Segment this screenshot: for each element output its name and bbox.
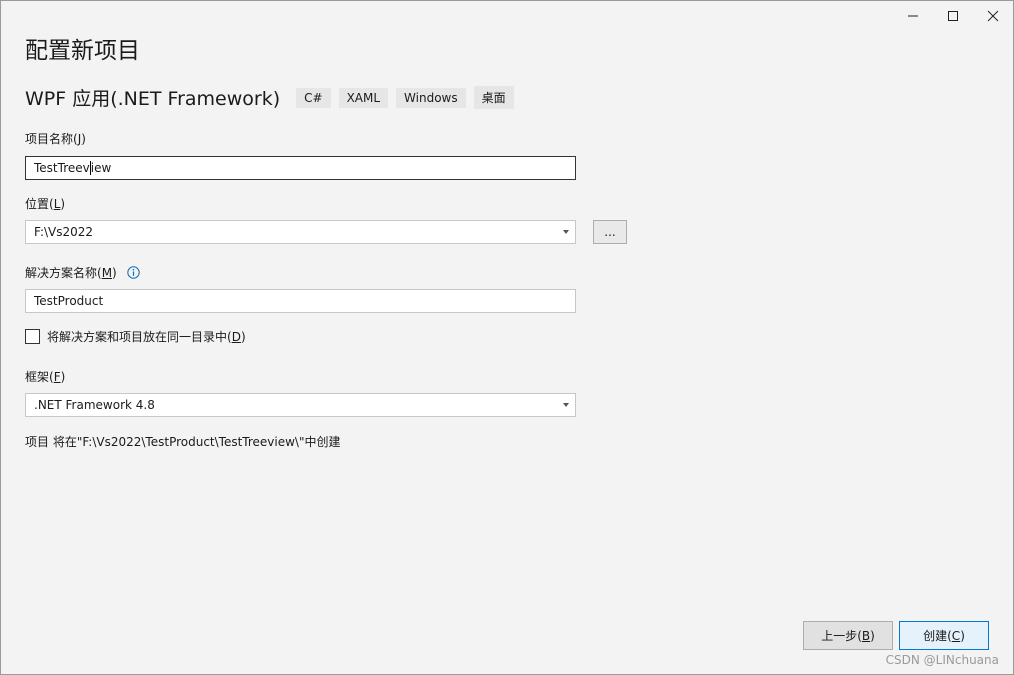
chevron-down-icon[interactable] [563,403,569,407]
same-directory-option[interactable]: 将解决方案和项目放在同一目录中(D) [25,328,246,345]
tag-markup: XAML [338,87,389,108]
tag-platform: Windows [396,87,466,108]
minimize-icon[interactable] [893,1,933,31]
location-label: 位置(L) [25,197,66,211]
back-button[interactable]: 上一步(B) [803,621,893,650]
info-icon[interactable] [126,266,140,282]
project-name-input[interactable]: TestTreev iew [25,156,576,180]
location-value: F:\Vs2022 [34,225,94,239]
browse-button[interactable]: ... [593,220,627,244]
page-title: 配置新项目 [25,38,140,64]
create-button[interactable]: 创建(C) [899,621,989,650]
framework-combobox[interactable]: .NET Framework 4.8 [25,393,576,417]
template-name: WPF 应用(.NET Framework) [25,88,281,110]
tag-project-type: 桌面 [473,86,514,109]
template-header: WPF 应用(.NET Framework) C# XAML Windows 桌… [25,84,522,111]
same-directory-label: 将解决方案和项目放在同一目录中(D) [47,330,246,344]
framework-label: 框架(F) [25,370,66,384]
close-icon[interactable] [973,1,1013,31]
location-combobox[interactable]: F:\Vs2022 [25,220,576,244]
solution-name-label: 解决方案名称(M) [25,264,140,282]
project-name-label: 项目名称(J) [25,132,86,146]
same-directory-checkbox[interactable] [25,329,40,344]
creation-path-summary: 项目 将在"F:\Vs2022\TestProduct\TestTreeview… [25,435,341,449]
framework-value: .NET Framework 4.8 [34,398,155,412]
solution-name-input[interactable]: TestProduct [25,289,576,313]
maximize-icon[interactable] [933,1,973,31]
watermark: CSDN @LINchuana [885,653,999,667]
tag-language: C# [296,87,331,108]
window-controls [893,1,1013,31]
dialog-window: 配置新项目 WPF 应用(.NET Framework) C# XAML Win… [0,0,1014,675]
chevron-down-icon[interactable] [563,230,569,234]
